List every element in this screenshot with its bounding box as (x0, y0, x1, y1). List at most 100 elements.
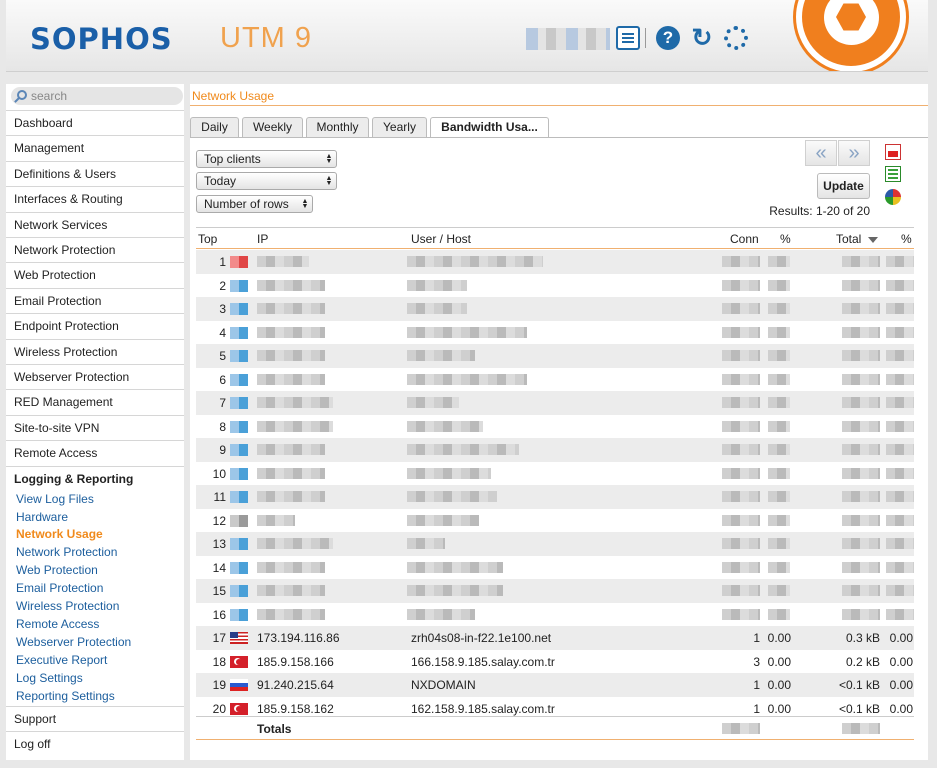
conn-count: 1 (753, 701, 760, 716)
redacted-value (257, 444, 325, 455)
table-row[interactable]: 3 (196, 297, 914, 321)
tab-daily[interactable]: Daily (190, 117, 239, 137)
sidebar-subitem-wireless-protection[interactable]: Wireless Protection (16, 597, 119, 615)
sort-desc-icon (868, 237, 878, 243)
user-host: zrh04s08-in-f22.1e100.net (411, 631, 552, 645)
prev-page-button[interactable]: « (805, 140, 837, 166)
sidebar-subitem-email-protection[interactable]: Email Protection (16, 579, 103, 597)
redacted-value (722, 256, 760, 267)
sidebar-section-logging-reporting[interactable]: Logging & Reporting (6, 465, 184, 491)
help-icon[interactable]: ? (656, 26, 680, 50)
table-row[interactable]: 9 (196, 438, 914, 462)
redacted-value (886, 350, 914, 361)
sidebar-item-log-off[interactable]: Log off (6, 731, 184, 756)
sidebar-item-webserver-protection[interactable]: Webserver Protection (6, 364, 184, 389)
sidebar: search Dashboard Management Definitions & … (6, 84, 184, 760)
tab-weekly[interactable]: Weekly (242, 117, 303, 137)
sidebar-item-wireless-protection[interactable]: Wireless Protection (6, 338, 184, 364)
redacted-value (407, 420, 483, 432)
sidebar-item-remote-access[interactable]: Remote Access (6, 440, 184, 466)
table-row[interactable]: 19 91.240.215.64 NXDOMAIN 1 0.00 <0.1 kB 0.00 (196, 673, 914, 697)
redacted-value (886, 538, 914, 549)
time-range-select[interactable]: Today ▲ ▼ (196, 172, 337, 190)
redacted-value (407, 326, 527, 338)
sidebar-item-management[interactable]: Management (6, 135, 184, 161)
tab-bandwidth-usa[interactable]: Bandwidth Usa... (430, 117, 549, 138)
table-row[interactable]: 16 (196, 603, 914, 627)
sidebar-item-interfaces-routing[interactable]: Interfaces & Routing (6, 186, 184, 212)
pdf-export-icon[interactable] (885, 144, 901, 160)
sidebar-item-email-protection[interactable]: Email Protection (6, 287, 184, 313)
ip-address: 91.240.215.64 (257, 678, 334, 692)
sidebar-item-endpoint-protection[interactable]: Endpoint Protection (6, 313, 184, 339)
next-page-button[interactable]: » (838, 140, 870, 166)
redacted-value (768, 279, 790, 291)
redacted-value (886, 491, 914, 502)
country-flag-icon (230, 514, 248, 527)
redacted-value (257, 420, 333, 432)
sidebar-subitem-executive-report[interactable]: Executive Report (16, 651, 107, 669)
sidebar-item-network-protection[interactable]: Network Protection (6, 237, 184, 262)
table-row[interactable]: 5 (196, 344, 914, 368)
reload-icon[interactable]: ↻ (690, 26, 714, 51)
table-row[interactable]: 13 (196, 532, 914, 556)
col-total[interactable]: Total (836, 232, 861, 246)
redacted-value (842, 585, 880, 596)
row-rank: 7 (219, 396, 226, 410)
table-row[interactable]: 17 173.194.116.86 zrh04s08-in-f22.1e100.ne… (196, 626, 914, 650)
chart-icon[interactable] (885, 189, 901, 205)
excel-export-icon[interactable] (885, 166, 901, 182)
sidebar-item-definitions-users[interactable]: Definitions & Users (6, 160, 184, 186)
results-count: Results: 1-20 of 20 (769, 204, 870, 218)
table-row[interactable]: 6 (196, 368, 914, 392)
table-row[interactable]: 2 (196, 274, 914, 298)
col-conn-percent[interactable]: % (780, 232, 791, 246)
table-row[interactable]: 7 (196, 391, 914, 415)
redacted-value (768, 303, 790, 314)
sidebar-subitem-web-protection[interactable]: Web Protection (16, 561, 98, 579)
report-type-select[interactable]: Top clients ▲ ▼ (196, 150, 337, 168)
sidebar-item-network-services[interactable]: Network Services (6, 211, 184, 237)
sidebar-subitem-log-settings[interactable]: Log Settings (16, 669, 83, 687)
sidebar-subitem-remote-access[interactable]: Remote Access (16, 615, 99, 633)
table-row[interactable]: 14 (196, 556, 914, 580)
redacted-value (768, 256, 790, 267)
col-ip[interactable]: IP (257, 232, 268, 246)
rows-count-select[interactable]: Number of rows ▲ ▼ (196, 195, 313, 213)
sidebar-subitem-hardware[interactable]: Hardware (16, 508, 68, 526)
sidebar-subitem-view-log-files[interactable]: View Log Files (16, 490, 94, 508)
sidebar-subitem-network-protection[interactable]: Network Protection (16, 543, 117, 561)
sidebar-item-web-protection[interactable]: Web Protection (6, 262, 184, 288)
col-user-host[interactable]: User / Host (411, 232, 471, 246)
redacted-value (842, 279, 880, 291)
sidebar-subitem-webserver-protection[interactable]: Webserver Protection (16, 633, 131, 651)
table-row[interactable]: 1 (196, 250, 914, 274)
col-top[interactable]: Top (198, 232, 217, 246)
table-row[interactable]: 10 (196, 462, 914, 486)
sidebar-item-support[interactable]: Support (6, 706, 184, 731)
row-rank: 2 (219, 278, 226, 293)
search-input[interactable]: search (11, 87, 183, 105)
table-row[interactable]: 15 (196, 579, 914, 603)
tab-yearly[interactable]: Yearly (372, 117, 427, 137)
table-row[interactable]: 18 185.9.158.166 166.158.9.185.salay.com.t… (196, 650, 914, 674)
update-button[interactable]: Update (817, 173, 870, 199)
country-flag-icon (230, 326, 248, 339)
sidebar-subitem-network-usage[interactable]: Network Usage (16, 525, 103, 543)
redacted-value (886, 420, 914, 432)
redacted-value (722, 538, 760, 549)
sidebar-subitem-reporting-settings[interactable]: Reporting Settings (16, 687, 115, 705)
table-row[interactable]: 8 (196, 415, 914, 439)
sidebar-item-dashboard[interactable]: Dashboard (6, 110, 184, 135)
tab-monthly[interactable]: Monthly (306, 117, 369, 137)
col-conn[interactable]: Conn (730, 232, 759, 246)
redacted-value (257, 585, 325, 596)
col-total-percent[interactable]: % (901, 232, 912, 246)
sidebar-item-red-management[interactable]: RED Management (6, 389, 184, 415)
table-row[interactable]: 11 (196, 485, 914, 509)
table-row[interactable]: 4 (196, 321, 914, 345)
clipboard-icon[interactable] (616, 26, 640, 50)
search-placeholder: search (31, 89, 68, 103)
table-row[interactable]: 12 (196, 509, 914, 533)
sidebar-item-site-to-site-vpn[interactable]: Site-to-site VPN (6, 414, 184, 440)
